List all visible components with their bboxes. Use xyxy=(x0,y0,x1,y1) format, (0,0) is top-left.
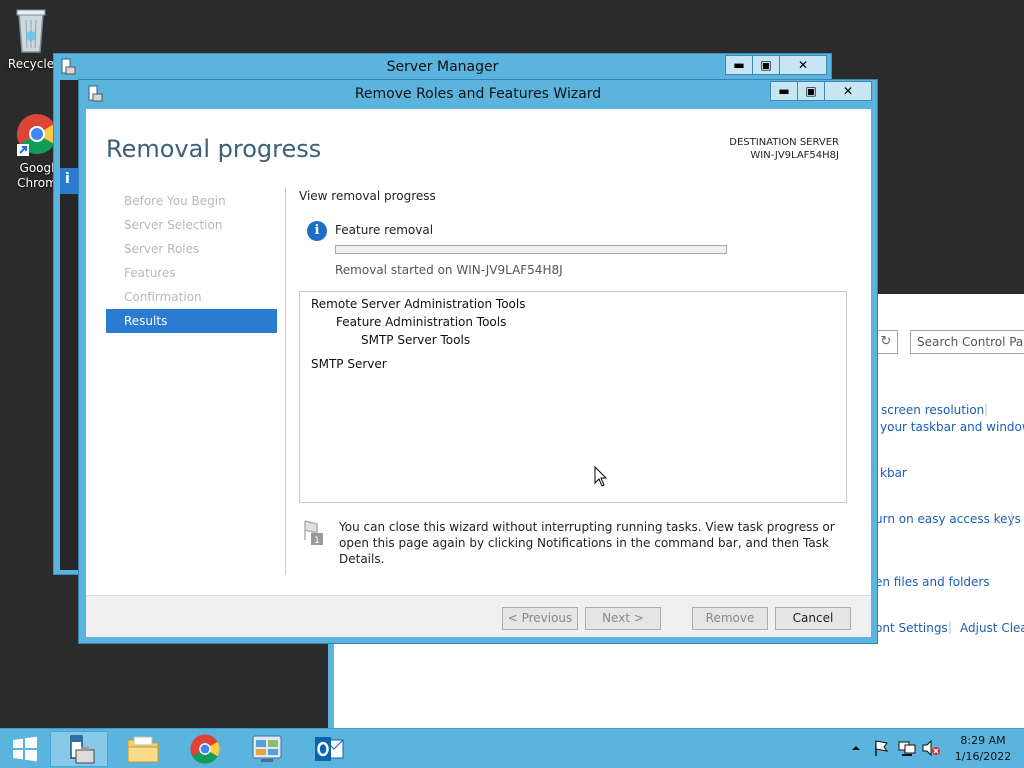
step-server-selection: Server Selection xyxy=(124,218,223,232)
step-confirmation: Confirmation xyxy=(124,290,202,304)
volume-muted-icon[interactable] xyxy=(921,739,941,757)
cancel-button[interactable]: Cancel xyxy=(775,607,851,630)
info-icon: i xyxy=(307,221,327,241)
chrome-icon xyxy=(190,734,220,764)
wizard-maximize-button[interactable]: ▣ xyxy=(797,81,825,101)
network-icon[interactable] xyxy=(897,739,917,757)
sm-minimize-button[interactable]: ▬ xyxy=(725,55,753,75)
adjust-cleartype-link[interactable]: Adjust Clear xyxy=(960,621,1024,635)
step-results[interactable]: Results xyxy=(106,309,277,333)
notification-badge: 1 xyxy=(314,536,320,546)
mouse-cursor-icon xyxy=(594,466,608,487)
taskbar-file-explorer[interactable] xyxy=(114,731,172,767)
control-panel-search-input[interactable]: Search Control Panel xyxy=(910,330,1024,354)
step-before-you-begin: Before You Begin xyxy=(124,194,226,208)
system-clock[interactable]: 8:29 AM 1/16/2022 xyxy=(948,733,1018,765)
sm-close-button[interactable]: ✕ xyxy=(779,55,827,75)
link-separator: | xyxy=(948,620,953,634)
taskbar-control-panel[interactable] xyxy=(238,731,296,767)
font-settings-link[interactable]: ont Settings xyxy=(875,621,948,635)
progress-status: Removal started on WIN-JV9LAF54H8J xyxy=(335,263,563,277)
remove-button[interactable]: Remove xyxy=(692,607,768,630)
result-item: Feature Administration Tools xyxy=(336,315,507,329)
taskbar-link[interactable]: your taskbar and window b xyxy=(880,420,1024,434)
progress-label: Feature removal xyxy=(335,223,434,237)
step-features: Features xyxy=(124,266,176,280)
destination-server-label: DESTINATION SERVER xyxy=(729,137,839,148)
wizard-title: Remove Roles and Features Wizard xyxy=(354,86,602,102)
outlook-icon xyxy=(315,737,344,761)
result-item: SMTP Server xyxy=(311,357,387,371)
control-panel-icon xyxy=(252,735,282,762)
close-wizard-note: You can close this wizard without interr… xyxy=(339,520,835,566)
destination-server-name: WIN-JV9LAF54H8J xyxy=(750,150,839,161)
clock-time: 8:29 AM xyxy=(960,734,1006,747)
wizard-titlebar[interactable]: Remove Roles and Features Wizard ▬ ▣ ✕ xyxy=(79,80,877,108)
previous-button[interactable]: < Previous xyxy=(502,607,578,630)
wizard-body: Removal progress DESTINATION SERVER WIN-… xyxy=(86,109,871,637)
server-manager-titlebar[interactable]: Server Manager ▬ ▣ ✕ xyxy=(54,54,831,80)
hidden-files-link[interactable]: en files and folders xyxy=(875,575,990,589)
taskbar-outlook[interactable] xyxy=(300,731,358,767)
taskbar-chrome[interactable] xyxy=(176,731,234,767)
steps-divider xyxy=(285,187,286,575)
remove-roles-wizard-window[interactable]: Remove Roles and Features Wizard ▬ ▣ ✕ R… xyxy=(78,79,878,644)
wizard-close-button[interactable]: ✕ xyxy=(824,81,872,101)
taskbar: 8:29 AM 1/16/2022 xyxy=(0,728,1024,768)
folder-icon xyxy=(127,736,159,763)
next-button[interactable]: Next > xyxy=(585,607,661,630)
result-item: SMTP Server Tools xyxy=(361,333,471,347)
screen-resolution-link[interactable]: screen resolution xyxy=(881,403,984,417)
removal-progress-bar xyxy=(335,245,727,254)
link-separator: | xyxy=(1010,511,1015,525)
taskbar-server-manager[interactable] xyxy=(50,731,108,767)
clock-date: 1/16/2022 xyxy=(954,750,1012,763)
show-hidden-icons-icon[interactable] xyxy=(851,743,861,753)
wizard-minimize-button[interactable]: ▬ xyxy=(770,81,798,101)
wizard-footer: < Previous Next > Remove Cancel xyxy=(86,595,871,637)
trash-can-icon xyxy=(16,9,46,53)
result-item: Remote Server Administration Tools xyxy=(311,297,526,311)
server-manager-title: Server Manager xyxy=(386,59,499,75)
results-list: Remote Server Administration Tools Featu… xyxy=(299,291,847,503)
easy-access-keys-link[interactable]: urn on easy access keys xyxy=(875,512,1021,526)
action-center-flag-icon[interactable] xyxy=(873,739,891,757)
server-manager-icon xyxy=(70,735,95,764)
wizard-steps-nav: Before You Begin Server Selection Server… xyxy=(106,189,277,333)
start-button[interactable] xyxy=(0,731,50,767)
step-server-roles: Server Roles xyxy=(124,242,200,256)
page-title: Removal progress xyxy=(106,135,322,163)
sm-maximize-button[interactable]: ▣ xyxy=(752,55,780,75)
taskbar-link-2[interactable]: kbar xyxy=(880,466,907,480)
link-separator: | xyxy=(984,402,989,416)
progress-heading: View removal progress xyxy=(299,189,436,203)
notification-flag-icon: 1 xyxy=(304,520,323,546)
windows-logo-icon xyxy=(13,736,37,762)
destination-server-block: DESTINATION SERVER WIN-JV9LAF54H8J xyxy=(729,136,839,162)
